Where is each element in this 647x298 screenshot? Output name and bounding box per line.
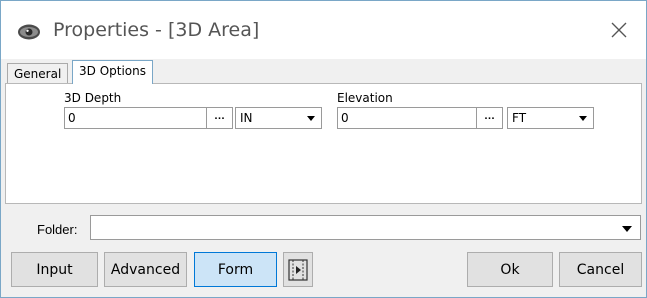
elevation-browse-button[interactable]: … xyxy=(477,107,503,129)
elevation-input[interactable]: 0 xyxy=(337,107,477,129)
depth-label: 3D Depth xyxy=(64,91,122,105)
folder-label: Folder: xyxy=(37,222,78,237)
folder-select[interactable] xyxy=(90,215,641,240)
cancel-button[interactable]: Cancel xyxy=(559,252,642,287)
elevation-unit-select[interactable]: FT xyxy=(507,107,594,129)
eye-icon xyxy=(18,24,40,40)
window-title: Properties - [3D Area] xyxy=(53,19,260,41)
advanced-button[interactable]: Advanced xyxy=(104,252,187,287)
depth-input[interactable]: 0 xyxy=(64,107,207,129)
chevron-down-icon xyxy=(307,116,315,121)
depth-browse-button[interactable]: … xyxy=(207,107,233,129)
form-button[interactable]: Form xyxy=(194,252,277,287)
input-button[interactable]: Input xyxy=(11,252,98,287)
title-bar: Properties - [3D Area] xyxy=(1,1,646,59)
elevation-unit-value: FT xyxy=(512,111,527,125)
tab-strip: General 3D Options xyxy=(1,59,646,84)
depth-unit-value: IN xyxy=(240,111,253,125)
close-icon xyxy=(611,22,627,38)
elevation-label: Elevation xyxy=(337,91,393,105)
chevron-down-icon xyxy=(622,226,632,232)
close-button[interactable] xyxy=(602,15,636,45)
chevron-down-icon xyxy=(579,116,587,121)
panel-toggle-button[interactable] xyxy=(283,252,313,287)
tab-3d-options[interactable]: 3D Options xyxy=(72,60,153,84)
properties-dialog: Properties - [3D Area] General 3D Option… xyxy=(0,0,647,298)
tab-panel-3d-options: 3D Depth 0 … IN Elevation 0 … FT xyxy=(5,83,642,204)
depth-unit-select[interactable]: IN xyxy=(235,107,322,129)
panel-toggle-icon xyxy=(288,258,308,281)
ok-button[interactable]: Ok xyxy=(467,252,553,287)
tab-general[interactable]: General xyxy=(7,63,69,84)
